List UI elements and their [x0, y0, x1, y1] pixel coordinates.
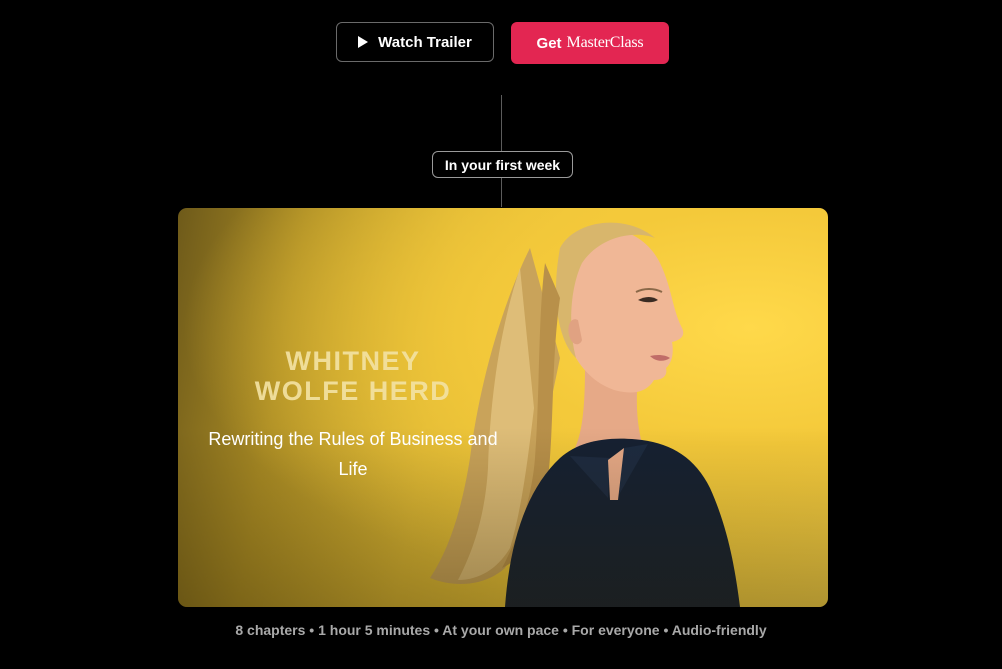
cta-row: Watch Trailer Get MasterClass [0, 22, 1002, 64]
course-hero-card[interactable]: WHITNEY WOLFE HERD Rewriting the Rules o… [178, 208, 828, 607]
course-page: Watch Trailer Get MasterClass In your fi… [0, 0, 1002, 669]
hero-shade-overlay [178, 208, 828, 607]
timeline-pill: In your first week [432, 151, 573, 178]
get-label: Get [536, 34, 562, 52]
instructor-name: WHITNEY WOLFE HERD [254, 346, 452, 406]
play-icon [358, 36, 369, 48]
course-subtitle: Rewriting the Rules of Business and Life [208, 429, 498, 479]
course-meta-details: 8 chapters • 1 hour 5 minutes • At your … [235, 622, 767, 638]
masterclass-brand-label: MasterClass [566, 34, 644, 51]
watch-trailer-label: Watch Trailer [378, 33, 472, 51]
get-masterclass-button[interactable]: Get MasterClass [511, 22, 669, 64]
watch-trailer-button[interactable]: Watch Trailer [336, 22, 494, 62]
